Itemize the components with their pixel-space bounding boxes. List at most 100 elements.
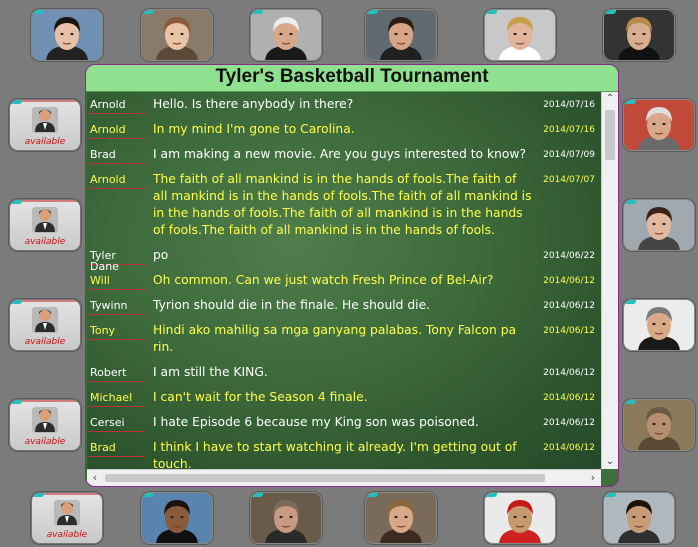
user-avatar-photo — [624, 100, 694, 150]
user-avatar-photo — [142, 493, 212, 543]
message-date: 2014/06/12 — [543, 418, 595, 428]
message-row: Arnold The faith of all mankind is in the… — [87, 167, 601, 243]
user-avatar-photo — [485, 493, 555, 543]
message-list[interactable]: Arnold Hello. Is there anybody in there? 2… — [87, 92, 601, 469]
seat-top-5[interactable] — [484, 9, 556, 61]
message-text: I think I have to start watching it alre… — [153, 440, 517, 469]
seat-bottom-5[interactable] — [484, 492, 556, 544]
online-indicator — [485, 10, 497, 14]
message-text: I hate Episode 6 because my King son was… — [153, 415, 479, 429]
message-text: Hindi ako mahilig sa mga ganyang palabas… — [153, 323, 517, 354]
message-text: Oh common. Can we just watch Fresh Princ… — [153, 273, 494, 287]
seat-left-2[interactable]: available — [9, 199, 81, 251]
user-avatar-photo — [604, 10, 674, 60]
message-text: I am making a new movie. Are you guys in… — [153, 147, 526, 161]
message-author: Arnold — [87, 92, 145, 114]
seat-top-2[interactable] — [141, 9, 213, 61]
message-row: Arnold In my mind I'm gone to Carolina. 20… — [87, 117, 601, 142]
seat-top-4[interactable] — [365, 9, 437, 61]
seat-top-1[interactable] — [31, 9, 103, 61]
seat-bottom-6[interactable] — [603, 492, 675, 544]
online-indicator — [10, 100, 22, 104]
online-indicator — [10, 300, 22, 304]
online-indicator — [32, 493, 44, 497]
seat-right-4[interactable] — [623, 399, 695, 451]
seat-bottom-1[interactable]: available — [31, 492, 103, 544]
message-author: Tyler Dane — [87, 243, 145, 272]
message-row: Robert I am still the KING. 2014/06/12 — [87, 360, 601, 385]
message-author: Will — [87, 268, 145, 290]
online-indicator — [485, 493, 497, 497]
vertical-scrollbar[interactable]: ⌃ ⌄ — [601, 92, 618, 469]
message-date: 2014/06/12 — [543, 393, 595, 403]
tournament-title: Tyler's Basketball Tournament — [86, 65, 618, 92]
user-avatar-photo — [624, 200, 694, 250]
message-author: Tywinn — [87, 293, 145, 315]
seat-bottom-4[interactable] — [365, 492, 437, 544]
message-row: Tony Hindi ako mahilig sa mga ganyang pal… — [87, 318, 601, 360]
message-row: Arnold Hello. Is there anybody in there? 2… — [87, 92, 601, 117]
seat-top-6[interactable] — [603, 9, 675, 61]
scroll-left-icon[interactable]: ‹ — [87, 470, 103, 486]
seat-left-3[interactable]: available — [9, 299, 81, 351]
seat-right-1[interactable] — [623, 99, 695, 151]
user-placeholder-icon — [32, 207, 58, 233]
online-indicator — [251, 10, 263, 14]
chat-panel: Tyler's Basketball Tournament Arnold Hell… — [85, 64, 619, 487]
message-author: Arnold — [87, 167, 145, 189]
message-date: 2014/06/12 — [543, 276, 595, 286]
message-date: 2014/06/12 — [543, 443, 595, 453]
online-indicator — [10, 200, 22, 204]
message-author: Robert — [87, 360, 145, 382]
user-avatar-photo — [32, 10, 102, 60]
seat-right-3[interactable] — [623, 299, 695, 351]
vertical-scroll-thumb[interactable] — [605, 110, 615, 160]
scroll-down-icon[interactable]: ⌄ — [602, 455, 618, 469]
online-indicator — [604, 493, 616, 497]
available-label: available — [46, 530, 88, 540]
online-indicator — [32, 10, 44, 14]
seat-right-2[interactable] — [623, 199, 695, 251]
online-indicator — [142, 10, 154, 14]
user-avatar-photo — [485, 10, 555, 60]
online-indicator — [624, 200, 636, 204]
seat-top-3[interactable] — [250, 9, 322, 61]
message-date: 2014/06/12 — [543, 326, 595, 336]
message-date: 2014/07/16 — [543, 125, 595, 135]
message-date: 2014/07/07 — [543, 175, 595, 185]
message-text: po — [153, 248, 169, 262]
message-author: Brad — [87, 435, 145, 457]
user-avatar-photo — [366, 10, 436, 60]
message-row: Cersei I hate Episode 6 because my King s… — [87, 410, 601, 435]
message-text: I am still the KING. — [153, 365, 268, 379]
scroll-up-icon[interactable]: ⌃ — [602, 92, 618, 106]
message-date: 2014/07/09 — [543, 150, 595, 160]
message-author: Brad — [87, 142, 145, 164]
message-text: In my mind I'm gone to Carolina. — [153, 122, 355, 136]
seat-bottom-3[interactable] — [250, 492, 322, 544]
seat-left-1[interactable]: available — [9, 99, 81, 151]
online-indicator — [366, 493, 378, 497]
user-avatar-photo — [366, 493, 436, 543]
message-date: 2014/06/12 — [543, 368, 595, 378]
available-label: available — [24, 337, 66, 347]
message-author: Michael — [87, 385, 145, 407]
message-text: Hello. Is there anybody in there? — [153, 97, 354, 111]
user-avatar-photo — [251, 493, 321, 543]
message-row: Tyler Dane po 2014/06/22 — [87, 243, 601, 272]
message-row: Brad I think I have to start watching it … — [87, 435, 601, 469]
horizontal-scrollbar[interactable]: ‹ › — [87, 469, 601, 486]
user-placeholder-icon — [54, 500, 80, 526]
horizontal-scroll-thumb[interactable] — [105, 474, 545, 482]
message-row: Tywinn Tyrion should die in the finale. H… — [87, 293, 601, 318]
seat-left-4[interactable]: available — [9, 399, 81, 451]
available-label: available — [24, 437, 66, 447]
message-author: Cersei — [87, 410, 145, 432]
user-avatar-photo — [624, 300, 694, 350]
online-indicator — [624, 400, 636, 404]
online-indicator — [624, 100, 636, 104]
message-author: Tony — [87, 318, 145, 340]
scroll-right-icon[interactable]: › — [585, 470, 601, 486]
seat-bottom-2[interactable] — [141, 492, 213, 544]
available-label: available — [24, 137, 66, 147]
